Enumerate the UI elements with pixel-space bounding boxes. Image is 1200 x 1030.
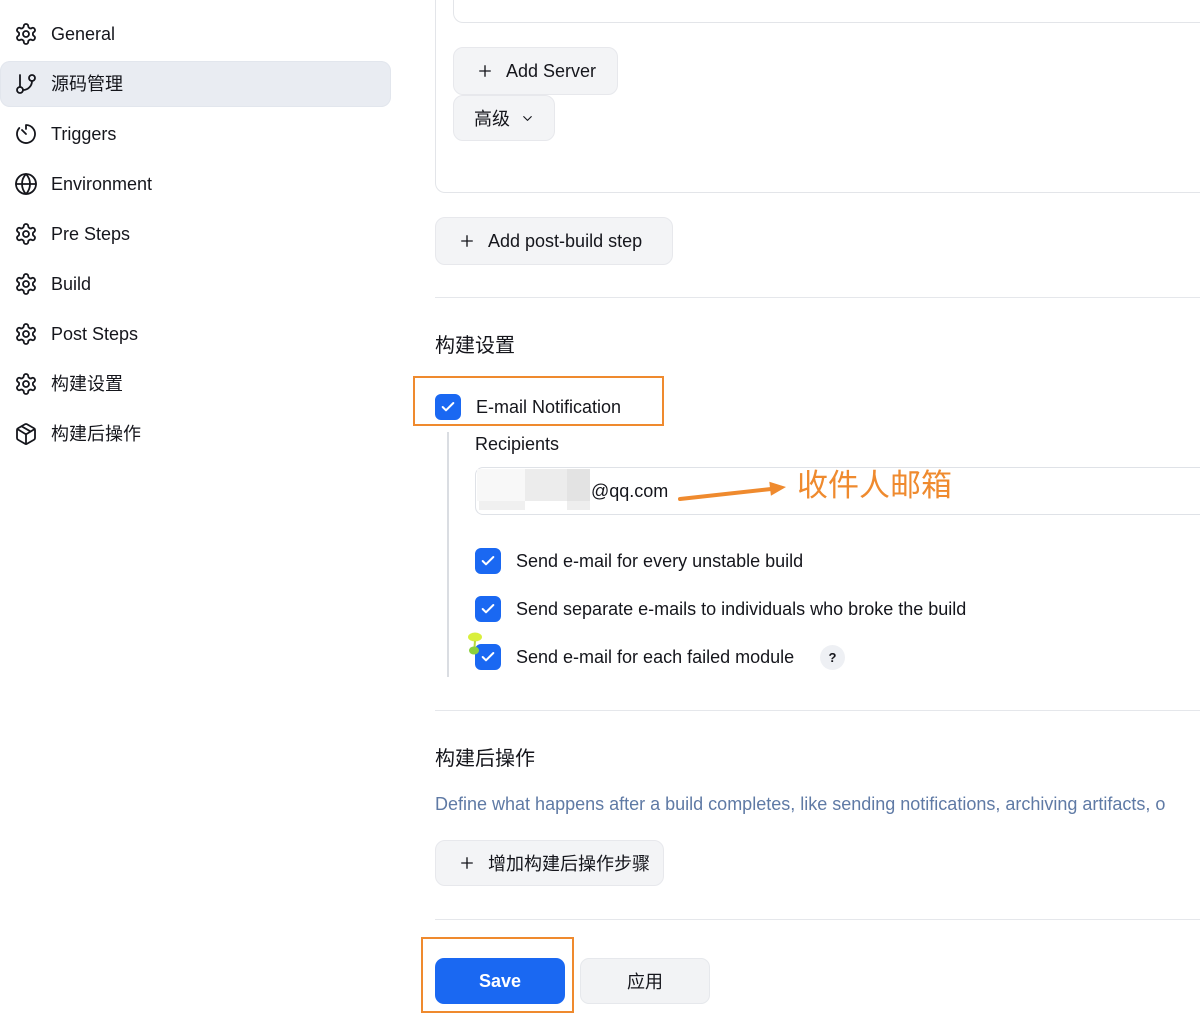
sidebar-item-build-settings[interactable]: 构建设置 (0, 361, 391, 407)
globe-icon (14, 172, 38, 196)
sidebar-item-general[interactable]: General (0, 11, 391, 57)
recipients-label: Recipients (475, 434, 560, 454)
sidebar-item-label: Environment (51, 174, 153, 194)
add-server-label: Add Server (506, 60, 597, 81)
email-notification-checkbox[interactable] (435, 394, 461, 420)
sidebar-item-build[interactable]: Build (0, 261, 391, 307)
git-branch-icon (14, 72, 38, 96)
unstable-build-email-checkbox[interactable] (475, 548, 501, 574)
sidebar-item-post-build-actions[interactable]: 构建后操作 (0, 411, 391, 457)
nested-options-guide-line (447, 432, 449, 677)
advanced-button[interactable]: 高级 (453, 95, 555, 141)
add-post-build-step-label: Add post-build step (488, 230, 643, 251)
gear-icon (14, 372, 38, 396)
sidebar-item-label: 构建设置 (51, 374, 123, 394)
check-icon (441, 402, 455, 412)
section-divider (435, 919, 1200, 920)
gear-icon (14, 322, 38, 346)
gear-icon (14, 272, 38, 296)
sidebar-item-label: Post Steps (51, 324, 139, 344)
add-post-build-action-button[interactable]: 增加构建后操作步骤 (435, 840, 664, 886)
separate-emails-checkbox[interactable] (475, 596, 501, 622)
sidebar-item-label: General (51, 24, 116, 44)
package-icon (14, 422, 38, 446)
pin-icon (468, 632, 482, 655)
apply-button[interactable]: 应用 (580, 958, 710, 1004)
sidebar-item-label: 构建后操作 (51, 424, 141, 444)
save-button[interactable]: Save (435, 958, 565, 1004)
failed-module-email-label: Send e-mail for each failed module (516, 647, 795, 667)
sidebar-item-label: 源码管理 (51, 74, 123, 94)
add-post-build-step-button[interactable]: Add post-build step (435, 217, 673, 265)
annotation-label: 收件人邮箱 (797, 468, 952, 503)
sidebar-item-pre-steps[interactable]: Pre Steps (0, 211, 391, 257)
post-build-actions-description: Define what happens after a build comple… (435, 794, 1166, 814)
chevron-down-icon (520, 111, 535, 126)
annotation-arrow (678, 481, 786, 501)
add-post-build-action-label: 增加构建后操作步骤 (488, 854, 650, 874)
plus-icon (458, 854, 476, 872)
section-divider (435, 710, 1200, 711)
unstable-build-email-label: Send e-mail for every unstable build (516, 551, 804, 571)
section-divider (435, 297, 1200, 298)
gear-icon (14, 222, 38, 246)
sidebar-item-environment[interactable]: Environment (0, 161, 391, 207)
sidebar-item-triggers[interactable]: Triggers (0, 111, 391, 157)
advanced-label: 高级 (474, 109, 510, 129)
sidebar-item-post-steps[interactable]: Post Steps (0, 311, 391, 357)
email-notification-label: E-mail Notification (476, 397, 622, 417)
add-server-button[interactable]: Add Server (453, 47, 618, 95)
post-build-actions-heading: 构建后操作 (435, 748, 535, 770)
sidebar: General 源码管理 Triggers Environment Pre St… (0, 0, 400, 1030)
help-button[interactable]: ? (820, 645, 845, 670)
sidebar-item-label: Pre Steps (51, 224, 131, 244)
sidebar-item-label: Build (51, 274, 92, 294)
timer-icon (14, 122, 38, 146)
check-icon (481, 556, 495, 566)
gear-icon (14, 22, 38, 46)
server-config-box (453, 0, 1200, 23)
separate-emails-label: Send separate e-mails to individuals who… (516, 599, 967, 619)
sidebar-item-label: Triggers (51, 124, 117, 144)
build-settings-heading: 构建设置 (435, 335, 515, 357)
plus-icon (458, 232, 476, 250)
sidebar-item-source-code-management[interactable]: 源码管理 (0, 61, 391, 107)
check-icon (481, 604, 495, 614)
plus-icon (476, 62, 494, 80)
